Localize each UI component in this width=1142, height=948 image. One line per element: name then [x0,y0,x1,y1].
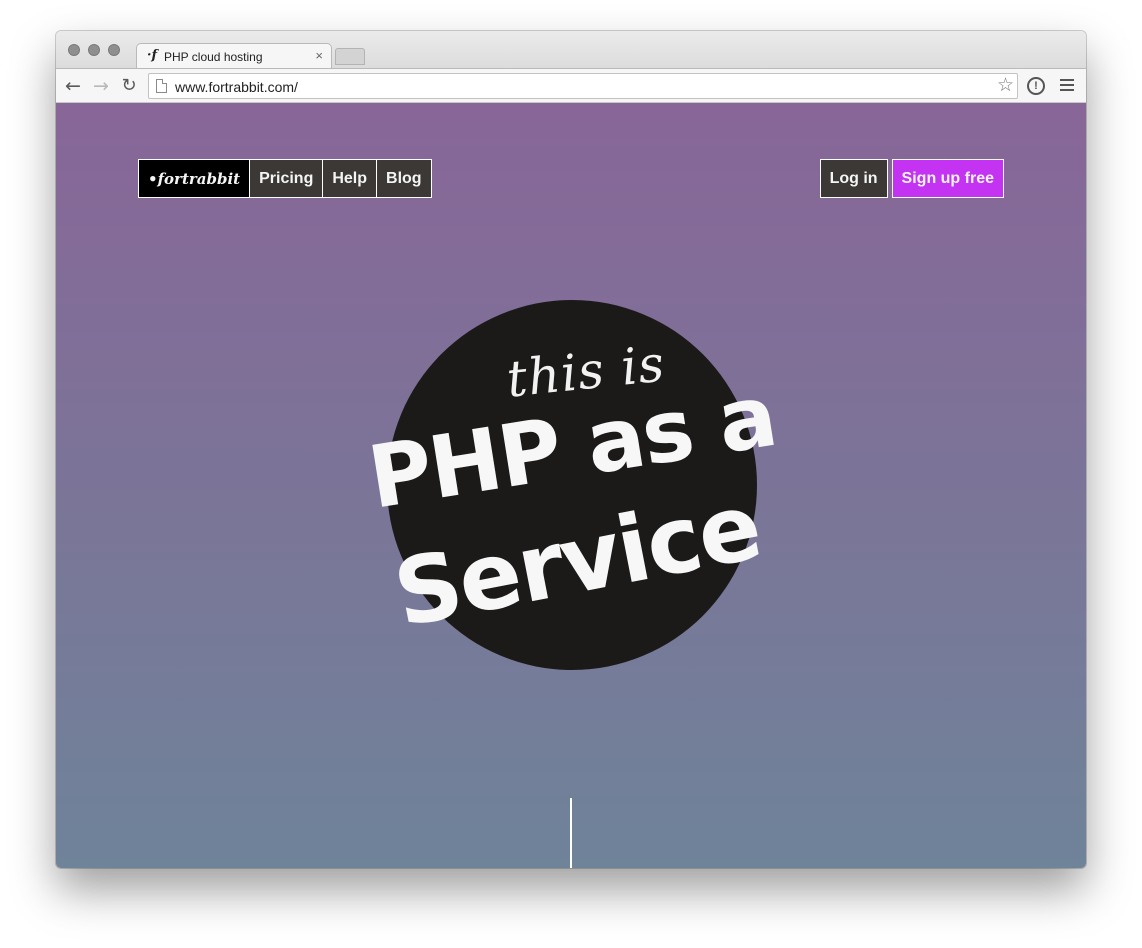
window-minimize-button[interactable] [88,44,100,56]
window-zoom-button[interactable] [108,44,120,56]
fortrabbit-logo[interactable]: •fortrabbit [138,159,251,198]
bookmark-star-icon[interactable]: ☆ [997,74,1014,96]
back-arrow-icon[interactable]: ← [62,75,84,97]
fortrabbit-favicon-icon: ·f [147,48,158,63]
password-manager-icon[interactable]: ! [1027,77,1045,95]
primary-nav: •fortrabbit Pricing Help Blog [138,159,432,198]
account-nav: Log in Sign up free [819,159,1004,198]
reload-icon[interactable]: ↻ [118,75,140,97]
tab-title: PHP cloud hosting [164,50,263,64]
scroll-indicator-line [570,798,572,868]
browser-window: ·f PHP cloud hosting × ← → ↻ www.fortrab… [56,31,1086,868]
window-close-button[interactable] [68,44,80,56]
signup-button[interactable]: Sign up free [891,159,1004,198]
nav-pricing-link[interactable]: Pricing [249,159,324,198]
login-button[interactable]: Log in [819,159,888,198]
tab-strip: ·f PHP cloud hosting × [56,31,1086,69]
forward-arrow-icon[interactable]: → [90,75,112,97]
browser-tab[interactable]: ·f PHP cloud hosting × [136,43,332,69]
new-tab-button[interactable] [335,48,365,65]
nav-blog-link[interactable]: Blog [376,159,432,198]
tab-close-icon[interactable]: × [315,48,323,63]
address-bar[interactable]: www.fortrabbit.com/ ☆ [148,73,1018,99]
browser-menu-icon[interactable] [1060,79,1074,94]
page-viewport: •fortrabbit Pricing Help Blog Log in Sig… [56,103,1086,868]
browser-toolbar: ← → ↻ www.fortrabbit.com/ ☆ ! [56,68,1086,103]
page-icon [156,79,167,93]
nav-help-link[interactable]: Help [322,159,378,198]
address-bar-url[interactable]: www.fortrabbit.com/ [175,79,298,95]
